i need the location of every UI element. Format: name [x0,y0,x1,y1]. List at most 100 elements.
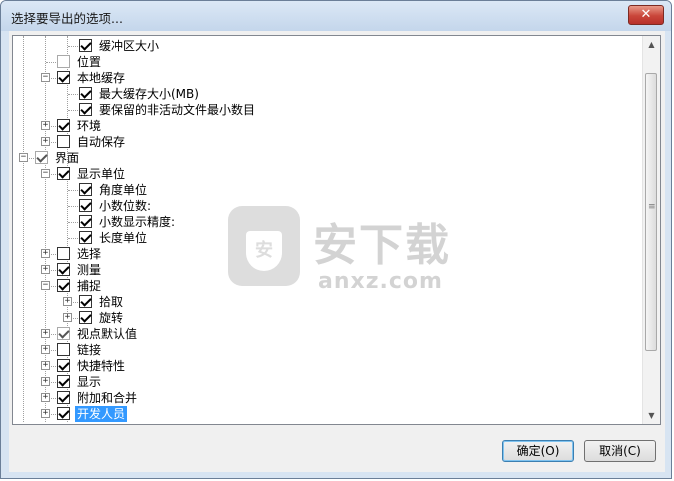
tree-item[interactable]: − 本地缓存 [13,70,643,86]
collapse-icon[interactable]: − [41,73,50,82]
tree-item-label: 选择 [77,247,102,261]
expand-icon[interactable]: + [41,329,50,338]
dialog-title: 选择要导出的选项... [11,11,123,26]
expand-icon[interactable]: + [41,249,50,258]
tree-item-label: 捕捉 [77,279,102,293]
tree-item-checkbox[interactable] [79,183,92,196]
tree-item-checkbox[interactable] [79,295,92,308]
tree-item-checkbox[interactable] [79,39,92,52]
scroll-down-icon: ▼ [648,411,655,420]
watermark: 安 安下载 anxz.com [228,201,468,321]
ok-button[interactable]: 确定(O) [502,440,574,462]
tree-item-label: 快捷特性 [77,359,126,373]
watermark-bag-icon: 安 [228,206,300,286]
expand-icon[interactable]: + [41,393,50,402]
watermark-text: 安下载 [313,220,451,271]
expand-icon[interactable]: + [41,377,50,386]
tree-item[interactable]: 最大缓存大小(MB) [13,86,643,102]
watermark-subtext: anxz.com [318,269,443,294]
tree-item-label: 位置 [77,55,102,69]
tree-item-label: 显示单位 [77,167,126,181]
scroll-thumb[interactable]: ≡ [645,73,657,351]
expand-icon[interactable]: + [41,361,50,370]
expand-icon[interactable]: + [41,265,50,274]
tree-item-checkbox[interactable] [57,327,70,340]
tree-item-checkbox[interactable] [57,71,70,84]
tree-item-checkbox[interactable] [57,55,70,68]
tree-item-label: 要保留的非活动文件最小数目 [99,103,256,117]
tree-item[interactable]: + 自动保存 [13,134,643,150]
tree-item[interactable]: 缓冲区大小 [13,38,643,54]
tree-item[interactable]: + 显示 [13,374,643,390]
expand-icon[interactable]: + [41,137,50,146]
dialog-content: 缓冲区大小位置 − 本地缓存最大缓存大小(MB) 要保留的非活动文件最小数目 + 环境 + 自… [9,31,665,472]
tree-item-checkbox[interactable] [79,231,92,244]
tree-item[interactable]: 要保留的非活动文件最小数目 [13,102,643,118]
tree-item-label: 小数位数: [99,199,152,213]
tree-item-label: 长度单位 [99,231,148,245]
cancel-button[interactable]: 取消(C) [584,440,656,462]
collapse-icon[interactable]: − [41,281,50,290]
tree-item-checkbox[interactable] [35,151,48,164]
options-tree: 缓冲区大小位置 − 本地缓存最大缓存大小(MB) 要保留的非活动文件最小数目 + 环境 + 自… [12,35,661,425]
tree-item-label: 角度单位 [99,183,148,197]
scroll-grip-icon: ≡ [648,202,656,212]
tree-item-label: 小数显示精度: [99,215,176,229]
tree-item-checkbox[interactable] [57,343,70,356]
tree-item-checkbox[interactable] [57,247,70,260]
tree-item[interactable]: − 界面 [13,150,643,166]
vertical-scrollbar[interactable]: ▲ ≡ ▼ [642,36,660,424]
expand-icon[interactable]: + [63,313,72,322]
tree-item[interactable]: + 快捷特性 [13,358,643,374]
tree-item-label: 本地缓存 [77,71,126,85]
tree-item-label: 旋转 [99,311,124,325]
tree-item-checkbox[interactable] [79,311,92,324]
tree-item-label: 开发人员 [75,406,128,422]
tree-item-checkbox[interactable] [57,391,70,404]
tree-item[interactable]: 角度单位 [13,182,643,198]
tree-item[interactable]: − 显示单位 [13,166,643,182]
scroll-down-button[interactable]: ▼ [643,407,660,424]
tree-item-checkbox[interactable] [57,167,70,180]
tree-item-checkbox[interactable] [57,375,70,388]
tree-item-checkbox[interactable] [57,279,70,292]
tree-item-label: 视点默认值 [77,327,138,341]
expand-icon[interactable]: + [41,121,50,130]
collapse-icon[interactable]: − [41,169,50,178]
tree-item[interactable]: + 环境 [13,118,643,134]
tree-item[interactable]: + 开发人员 [13,406,643,422]
tree-item-label: 附加和合并 [77,391,138,405]
tree-item-label: 界面 [55,151,80,165]
tree-item-label: 链接 [77,343,102,357]
close-icon: ✕ [640,7,652,22]
tree-item-checkbox[interactable] [79,87,92,100]
expand-icon[interactable]: + [63,297,72,306]
tree-item-label: 拾取 [99,295,124,309]
tree-item[interactable]: 位置 [13,54,643,70]
tree-item-checkbox[interactable] [57,135,70,148]
collapse-icon[interactable]: − [19,153,28,162]
tree-item-checkbox[interactable] [57,119,70,132]
tree-item[interactable]: + 链接 [13,342,643,358]
scroll-up-button[interactable]: ▲ [643,36,660,53]
tree-item-label: 最大缓存大小(MB) [99,87,199,101]
tree-item-label: 缓冲区大小 [99,39,160,53]
export-options-dialog: 选择要导出的选项... ✕ 缓冲区大小位置 − 本地缓存最大缓存大小(MB) 要保留的… [0,0,672,479]
tree-item-checkbox[interactable] [57,359,70,372]
tree-item-label: 测量 [77,263,102,277]
tree-item-checkbox[interactable] [57,407,70,420]
close-button[interactable]: ✕ [628,5,664,25]
tree-item-label: 环境 [77,119,102,133]
tree-item-checkbox[interactable] [79,199,92,212]
scroll-up-icon: ▲ [648,40,655,49]
tree-item[interactable]: + 视点默认值 [13,326,643,342]
tree-item-label: 自动保存 [77,135,126,149]
tree-item[interactable]: + 附加和合并 [13,390,643,406]
tree-item-label: 显示 [77,375,102,389]
tree-item-checkbox[interactable] [79,215,92,228]
tree-item-checkbox[interactable] [57,263,70,276]
expand-icon[interactable]: + [41,345,50,354]
expand-icon[interactable]: + [41,409,50,418]
tree-item-checkbox[interactable] [79,103,92,116]
watermark-shield-icon: 安 [246,231,282,271]
